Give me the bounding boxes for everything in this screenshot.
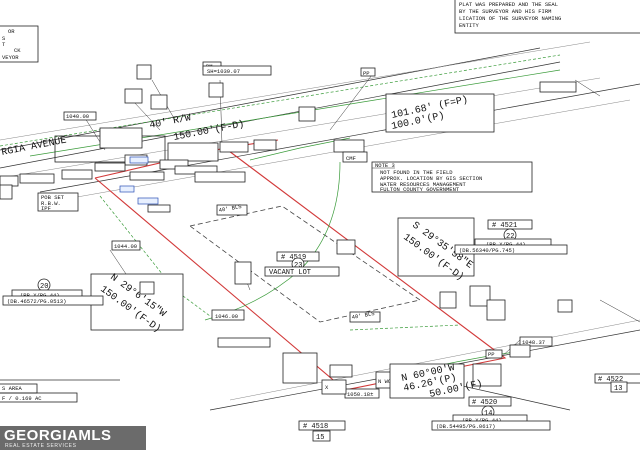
benchmark: BM SH=1039.07 — [202, 61, 272, 76]
svg-text:CK: CK — [14, 47, 21, 54]
svg-text:ENTITY: ENTITY — [459, 22, 480, 29]
svg-text:PLAT WAS PREPARED AND THE SEAL: PLAT WAS PREPARED AND THE SEAL — [459, 1, 558, 8]
svg-text:CMF: CMF — [346, 155, 356, 162]
svg-text:VACANT LOT: VACANT LOT — [269, 269, 311, 277]
logo-tagline: REAL ESTATE SERVICES — [5, 443, 77, 449]
bottom-boundary-label: N 60°00'W 46.26'(P) 50.00'(F) — [389, 362, 484, 401]
west-boundary-label: N 29°6'15"W 150.00'(F-D) — [90, 272, 184, 336]
svg-text:# 4518: # 4518 — [303, 423, 328, 431]
svg-text:# 4520: # 4520 — [472, 399, 497, 407]
top-bearing: 101.68' (F=P) 100.0'(P) — [385, 93, 495, 133]
svg-text:SH=1039.07: SH=1039.07 — [207, 68, 240, 75]
svg-text:1046.00: 1046.00 — [215, 313, 238, 320]
survey-drawing: OR S T CK VEYOR PLAT WAS PREPARED AND TH… — [0, 0, 640, 442]
lot-4522: # 4522 13 — [594, 373, 640, 393]
svg-text:S AREA: S AREA — [2, 385, 23, 392]
top-left-note: OR S T CK VEYOR — [0, 25, 39, 63]
svg-text:VEYOR: VEYOR — [2, 54, 19, 61]
svg-text:NOTE 3: NOTE 3 — [375, 162, 395, 169]
svg-text:15: 15 — [316, 434, 324, 442]
svg-text:13: 13 — [614, 385, 622, 393]
svg-text:BY THE SURVEYOR AND HIS FIRM: BY THE SURVEYOR AND HIS FIRM — [459, 8, 551, 15]
svg-text:1044.00: 1044.00 — [114, 243, 137, 250]
note-3: NOTE 3 NOT FOUND IN THE FIELD APPROX. LO… — [371, 161, 533, 193]
lot-20: 20 (PB.X/PG.44) (DB.46572/PG.0513) — [2, 278, 104, 306]
street-lines — [0, 41, 640, 411]
svg-text:OR: OR — [8, 28, 15, 35]
lot-4519: # 4519 23 VACANT LOT — [264, 251, 340, 277]
svg-text:IPF: IPF — [41, 205, 51, 212]
logo-wordmark: GEORGIAMLS — [4, 427, 112, 444]
svg-text:(DB.54495/PG.0617): (DB.54495/PG.0617) — [436, 423, 495, 430]
svg-text:FULTON COUNTY GOVERNMENT: FULTON COUNTY GOVERNMENT — [380, 186, 460, 193]
svg-text:F / 0.169 AC: F / 0.169 AC — [2, 395, 42, 402]
area-box: S AREA F / 0.169 AC — [0, 383, 78, 403]
svg-text:(DB.46572/PG.0513): (DB.46572/PG.0513) — [7, 298, 66, 305]
svg-text:PP: PP — [363, 70, 370, 77]
svg-text:(DB.56340/PG.745): (DB.56340/PG.745) — [459, 247, 515, 254]
building-footprint — [189, 205, 421, 323]
svg-text:LICATION OF THE SURVEYOR NAMIN: LICATION OF THE SURVEYOR NAMING — [459, 15, 561, 22]
pob-set: POB SET R.B.W. IPF — [37, 192, 79, 212]
georgia-mls-logo: GEORGIAMLS REAL ESTATE SERVICES — [0, 426, 146, 450]
bottom-corner-cluster: X N WOOD PP — [217, 337, 531, 395]
lot-4520: # 4520 14 (PB.X/PG.44) (DB.54495/PG.0617… — [431, 396, 551, 431]
lot-4518: # 4518 15 — [298, 420, 346, 442]
svg-text:PP: PP — [488, 351, 495, 358]
svg-text:40' R/W: 40' R/W — [148, 112, 192, 132]
right-side-marks — [557, 79, 640, 323]
svg-text:# 4521: # 4521 — [492, 222, 517, 230]
certification-note: PLAT WAS PREPARED AND THE SEAL BY THE SU… — [454, 0, 640, 34]
svg-text:1050.18±: 1050.18± — [347, 391, 373, 398]
svg-text:1040.00: 1040.00 — [66, 113, 89, 120]
